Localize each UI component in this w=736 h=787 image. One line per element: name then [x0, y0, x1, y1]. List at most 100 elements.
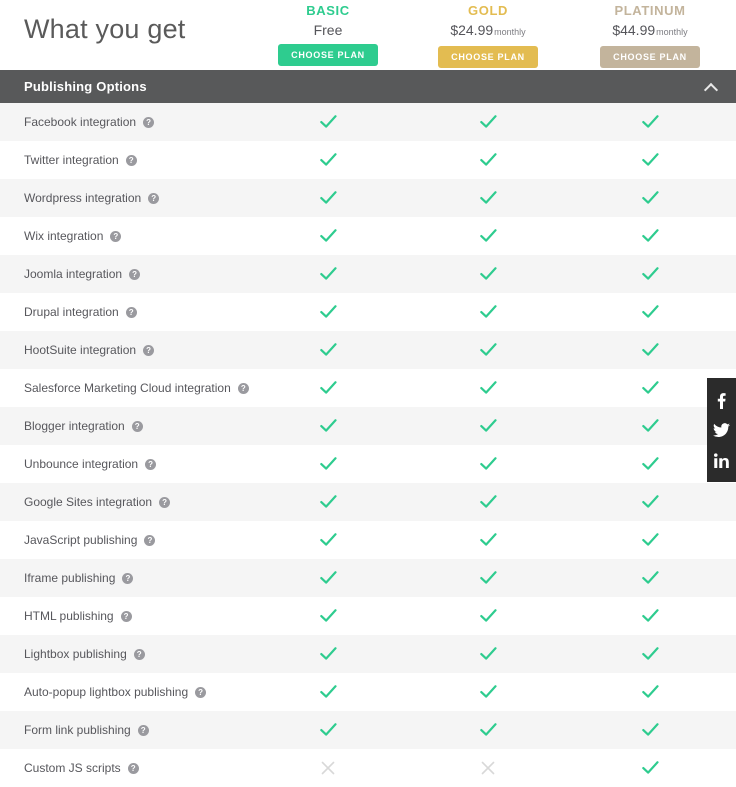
- choose-plan-button-gold[interactable]: CHOOSE PLAN: [438, 46, 538, 68]
- plan-period-platinum: monthly: [656, 27, 688, 37]
- feature-label-wrap: Custom JS scripts?: [24, 749, 139, 787]
- linkedin-icon[interactable]: [707, 445, 736, 475]
- feature-cell-platinum: [620, 711, 680, 749]
- table-row: Twitter integration?: [0, 141, 736, 179]
- feature-cell-gold: [458, 179, 518, 217]
- help-icon[interactable]: ?: [145, 458, 157, 470]
- check-icon: [319, 723, 337, 737]
- feature-cell-basic: [298, 141, 358, 179]
- section-header-publishing-options[interactable]: Publishing Options: [0, 70, 736, 103]
- feature-cell-basic: [298, 407, 358, 445]
- feature-cell-basic: [298, 635, 358, 673]
- feature-cell-gold: [458, 331, 518, 369]
- check-icon: [641, 647, 659, 661]
- check-icon: [479, 571, 497, 585]
- feature-label: Lightbox publishing: [24, 647, 127, 661]
- feature-cell-platinum: [620, 331, 680, 369]
- help-icon[interactable]: ?: [143, 116, 155, 128]
- help-icon[interactable]: ?: [125, 154, 137, 166]
- check-icon: [319, 343, 337, 357]
- check-icon: [319, 419, 337, 433]
- check-icon: [479, 381, 497, 395]
- facebook-icon[interactable]: [707, 385, 736, 415]
- table-row: Custom JS scripts?: [0, 749, 736, 787]
- plan-name-gold: GOLD: [468, 3, 508, 18]
- pricing-comparison-page: What you get BASIC Free CHOOSE PLAN GOLD…: [0, 0, 736, 787]
- feature-cell-gold: [458, 711, 518, 749]
- check-icon: [641, 495, 659, 509]
- help-icon[interactable]: ?: [195, 686, 207, 698]
- table-row: Lightbox publishing?: [0, 635, 736, 673]
- feature-label: Iframe publishing: [24, 571, 116, 585]
- help-icon[interactable]: ?: [148, 192, 160, 204]
- plan-price-value-gold: $24.99: [450, 22, 494, 38]
- help-icon[interactable]: ?: [131, 420, 143, 432]
- feature-cell-gold: [458, 521, 518, 559]
- check-icon: [479, 191, 497, 205]
- feature-cell-gold: [458, 559, 518, 597]
- feature-cell-platinum: [620, 293, 680, 331]
- check-icon: [641, 381, 659, 395]
- choose-plan-button-basic[interactable]: CHOOSE PLAN: [278, 44, 378, 66]
- social-share-sidebar: [707, 378, 736, 482]
- table-row: Drupal integration?: [0, 293, 736, 331]
- twitter-icon[interactable]: [707, 415, 736, 445]
- check-icon: [479, 229, 497, 243]
- check-icon: [319, 305, 337, 319]
- plans-header: What you get BASIC Free CHOOSE PLAN GOLD…: [0, 0, 736, 70]
- feature-rows-container: Facebook integration? Twitter integration…: [0, 103, 736, 787]
- feature-cell-basic: [298, 217, 358, 255]
- check-icon: [479, 609, 497, 623]
- table-row: Form link publishing?: [0, 711, 736, 749]
- table-row: Salesforce Marketing Cloud integration?: [0, 369, 736, 407]
- help-icon[interactable]: ?: [144, 534, 156, 546]
- help-icon[interactable]: ?: [120, 610, 132, 622]
- check-icon: [479, 685, 497, 699]
- help-icon[interactable]: ?: [110, 230, 122, 242]
- chevron-up-icon[interactable]: [704, 80, 718, 94]
- table-row: Unbounce integration?: [0, 445, 736, 483]
- help-icon[interactable]: ?: [143, 344, 155, 356]
- check-icon: [319, 381, 337, 395]
- feature-cell-platinum: [620, 103, 680, 141]
- feature-cell-platinum: [620, 179, 680, 217]
- check-icon: [319, 191, 337, 205]
- help-icon[interactable]: ?: [133, 648, 145, 660]
- check-icon: [479, 647, 497, 661]
- feature-label: JavaScript publishing: [24, 533, 138, 547]
- check-icon: [319, 495, 337, 509]
- feature-label: Drupal integration: [24, 305, 119, 319]
- help-icon[interactable]: ?: [237, 382, 249, 394]
- table-row: Facebook integration?: [0, 103, 736, 141]
- feature-label-wrap: Twitter integration?: [24, 141, 137, 179]
- feature-label-wrap: Unbounce integration?: [24, 445, 157, 483]
- check-icon: [479, 343, 497, 357]
- plan-price-basic: Free: [248, 20, 408, 40]
- feature-cell-gold: [458, 217, 518, 255]
- feature-label: Facebook integration: [24, 115, 137, 129]
- feature-label-wrap: Facebook integration?: [24, 103, 155, 141]
- feature-cell-platinum: [620, 141, 680, 179]
- feature-label-wrap: Drupal integration?: [24, 293, 137, 331]
- help-icon[interactable]: ?: [122, 572, 134, 584]
- check-icon: [479, 495, 497, 509]
- check-icon: [319, 533, 337, 547]
- plan-price-value-platinum: $44.99: [612, 22, 656, 38]
- feature-label-wrap: Lightbox publishing?: [24, 635, 145, 673]
- help-icon[interactable]: ?: [137, 724, 149, 736]
- check-icon: [319, 115, 337, 129]
- check-icon: [479, 305, 497, 319]
- help-icon[interactable]: ?: [129, 268, 141, 280]
- choose-plan-button-platinum[interactable]: CHOOSE PLAN: [600, 46, 700, 68]
- feature-cell-basic: [298, 559, 358, 597]
- help-icon[interactable]: ?: [125, 306, 137, 318]
- check-icon: [479, 267, 497, 281]
- feature-label-wrap: Salesforce Marketing Cloud integration?: [24, 369, 249, 407]
- table-row: Wordpress integration?: [0, 179, 736, 217]
- feature-label-wrap: JavaScript publishing?: [24, 521, 156, 559]
- help-icon[interactable]: ?: [159, 496, 171, 508]
- plan-price-platinum: $44.99monthly: [570, 20, 730, 42]
- feature-cell-gold: [458, 293, 518, 331]
- help-icon[interactable]: ?: [127, 762, 139, 774]
- check-icon: [641, 723, 659, 737]
